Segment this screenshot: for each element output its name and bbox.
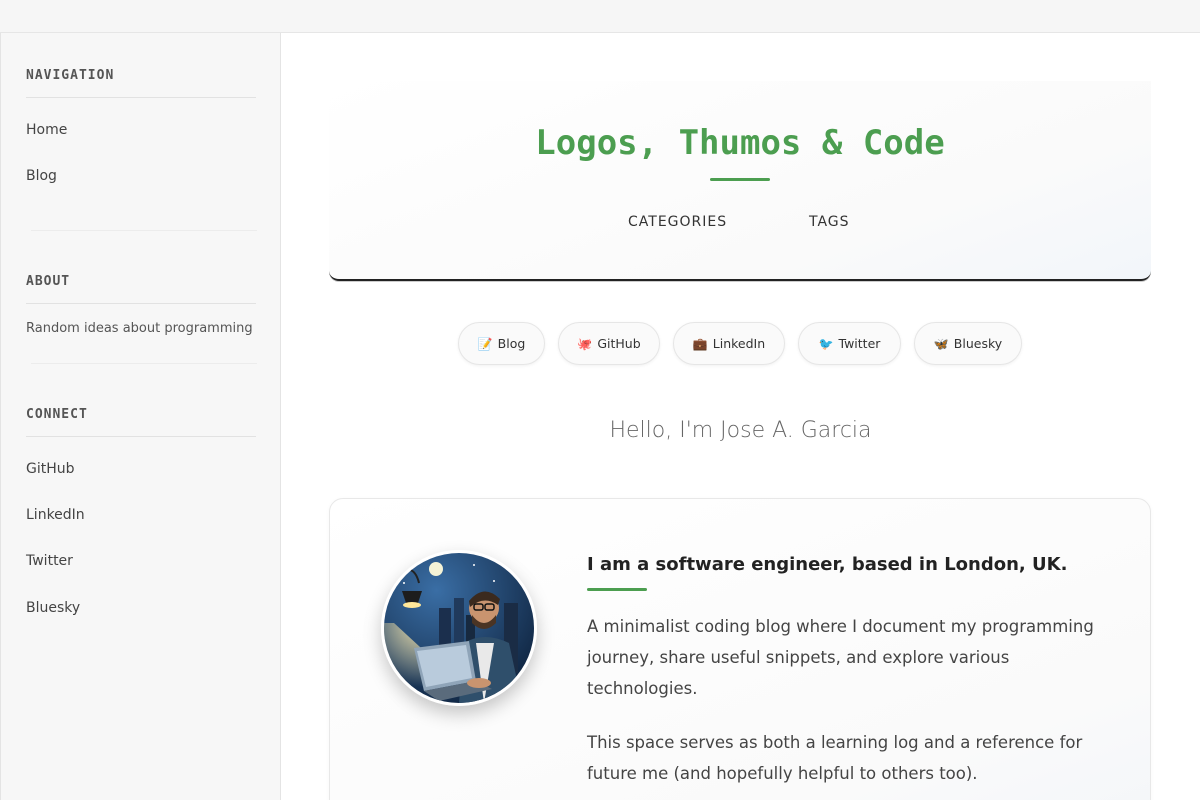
- bird-icon: 🐦: [818, 336, 834, 351]
- intro-underline: [587, 588, 647, 591]
- pill-bluesky[interactable]: 🦋 Bluesky: [914, 322, 1022, 365]
- pill-label: Bluesky: [953, 336, 1003, 351]
- octopus-icon: 🐙: [577, 336, 593, 351]
- nav-categories[interactable]: CATEGORIES: [628, 214, 727, 230]
- about-heading: ABOUT: [26, 274, 71, 289]
- main-content: Logos, Thumos & Code CATEGORIES TAGS 📝 B…: [281, 33, 1200, 800]
- site-title[interactable]: Logos, Thumos & Code: [329, 123, 1151, 163]
- sidebar-link-linkedin[interactable]: LinkedIn: [26, 507, 85, 523]
- sidebar-link-blog[interactable]: Blog: [26, 168, 57, 184]
- nav-tags[interactable]: TAGS: [809, 214, 850, 230]
- about-text: Random ideas about programming: [26, 321, 253, 336]
- butterfly-icon: 🦋: [933, 336, 949, 351]
- navigation-heading: NAVIGATION: [26, 68, 115, 83]
- avatar: [381, 550, 537, 706]
- pill-linkedin[interactable]: 💼 LinkedIn: [673, 322, 785, 365]
- site-header: Logos, Thumos & Code CATEGORIES TAGS: [329, 81, 1151, 281]
- top-bar: [0, 0, 1200, 33]
- intro-paragraph-2: This space serves as both a learning log…: [587, 733, 1083, 783]
- avatar-illustration: [384, 553, 534, 703]
- connect-heading: CONNECT: [26, 407, 88, 422]
- sidebar-link-home[interactable]: Home: [26, 122, 67, 138]
- pill-twitter[interactable]: 🐦 Twitter: [798, 322, 901, 365]
- section-separator: [31, 363, 257, 364]
- intro-paragraph-1: A minimalist coding blog where I documen…: [587, 617, 1094, 698]
- pill-label: GitHub: [597, 336, 641, 351]
- greeting: Hello, I'm Jose A. Garcia: [609, 418, 872, 443]
- pill-label: Twitter: [838, 336, 881, 351]
- pill-github[interactable]: 🐙 GitHub: [558, 322, 660, 365]
- intro-heading: I am a software engineer, based in Londo…: [587, 554, 1068, 575]
- about-divider: [26, 303, 256, 304]
- sidebar: NAVIGATION Home Blog ABOUT Random ideas …: [0, 33, 281, 800]
- connect-divider: [26, 436, 256, 437]
- navigation-divider: [26, 97, 256, 98]
- pill-label: LinkedIn: [712, 336, 766, 351]
- pill-label: Blog: [497, 336, 526, 351]
- intro-card: I am a software engineer, based in Londo…: [329, 498, 1151, 800]
- section-separator: [31, 230, 257, 231]
- sidebar-link-github[interactable]: GitHub: [26, 461, 75, 477]
- pill-blog[interactable]: 📝 Blog: [458, 322, 545, 365]
- sidebar-link-twitter[interactable]: Twitter: [26, 553, 73, 569]
- social-links: 📝 Blog 🐙 GitHub 💼 LinkedIn 🐦 Twitter 🦋 B…: [281, 322, 1200, 366]
- memo-icon: 📝: [477, 336, 493, 351]
- briefcase-icon: 💼: [692, 336, 708, 351]
- sidebar-link-bluesky[interactable]: Bluesky: [26, 600, 80, 616]
- title-underline: [710, 178, 770, 181]
